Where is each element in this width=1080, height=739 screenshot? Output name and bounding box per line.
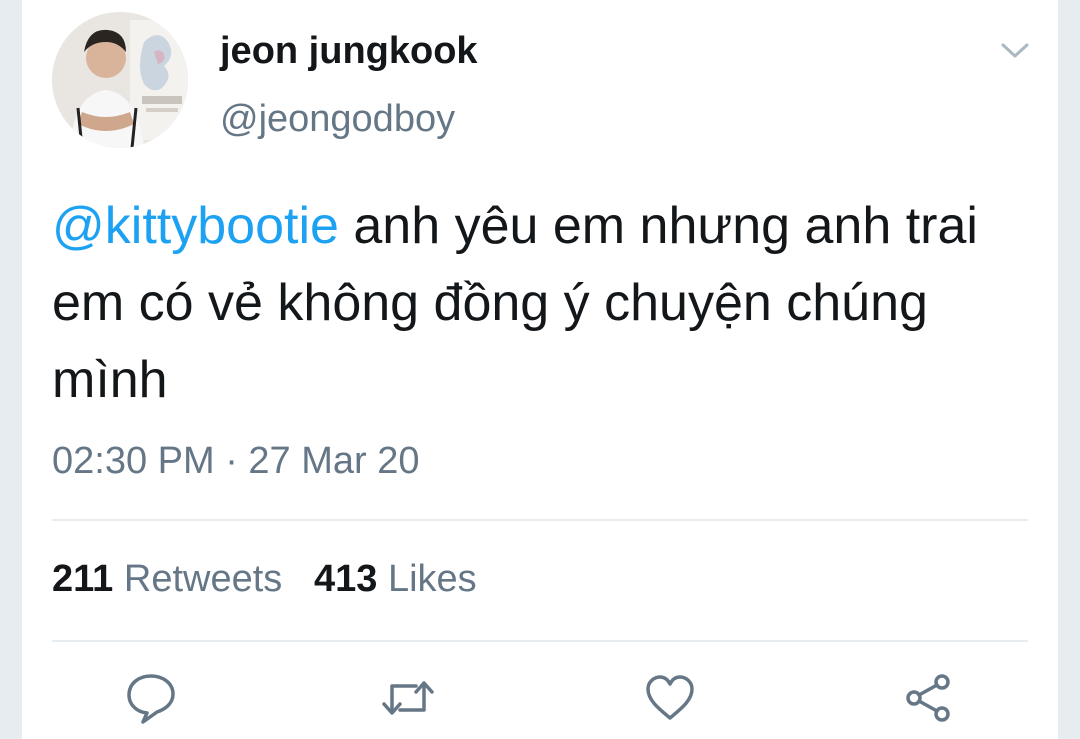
divider — [52, 640, 1028, 642]
mention-link[interactable]: @kittybootie — [52, 197, 339, 255]
tweet-stats: 211 Retweets 413 Likes — [52, 558, 477, 601]
likes-count: 413 — [313, 558, 378, 600]
reply-icon[interactable] — [123, 670, 179, 726]
avatar[interactable] — [52, 12, 188, 148]
chevron-down-icon[interactable] — [998, 36, 1032, 64]
share-icon[interactable] — [900, 670, 956, 726]
tweet-card: jeon jungkook @jeongodboy @kittybootie a… — [22, 0, 1058, 739]
retweets-count: 211 — [52, 558, 114, 600]
tweet-timestamp[interactable]: 02:30 PM · 27 Mar 20 — [52, 440, 420, 483]
retweets-label: Retweets — [123, 558, 283, 600]
retweet-icon[interactable] — [380, 670, 436, 726]
likes-label: Likes — [387, 558, 477, 600]
author-handle[interactable]: @jeongodboy — [220, 98, 455, 141]
author-name[interactable]: jeon jungkook — [220, 30, 478, 73]
avatar-image — [52, 12, 188, 148]
tweet-text: @kittybootie anh yêu em nhưng anh trai e… — [52, 188, 1012, 419]
divider — [52, 519, 1028, 521]
likes-stat[interactable]: 413 Likes — [314, 558, 477, 600]
retweets-stat[interactable]: 211 Retweets — [52, 558, 282, 600]
heart-icon[interactable] — [642, 670, 698, 726]
